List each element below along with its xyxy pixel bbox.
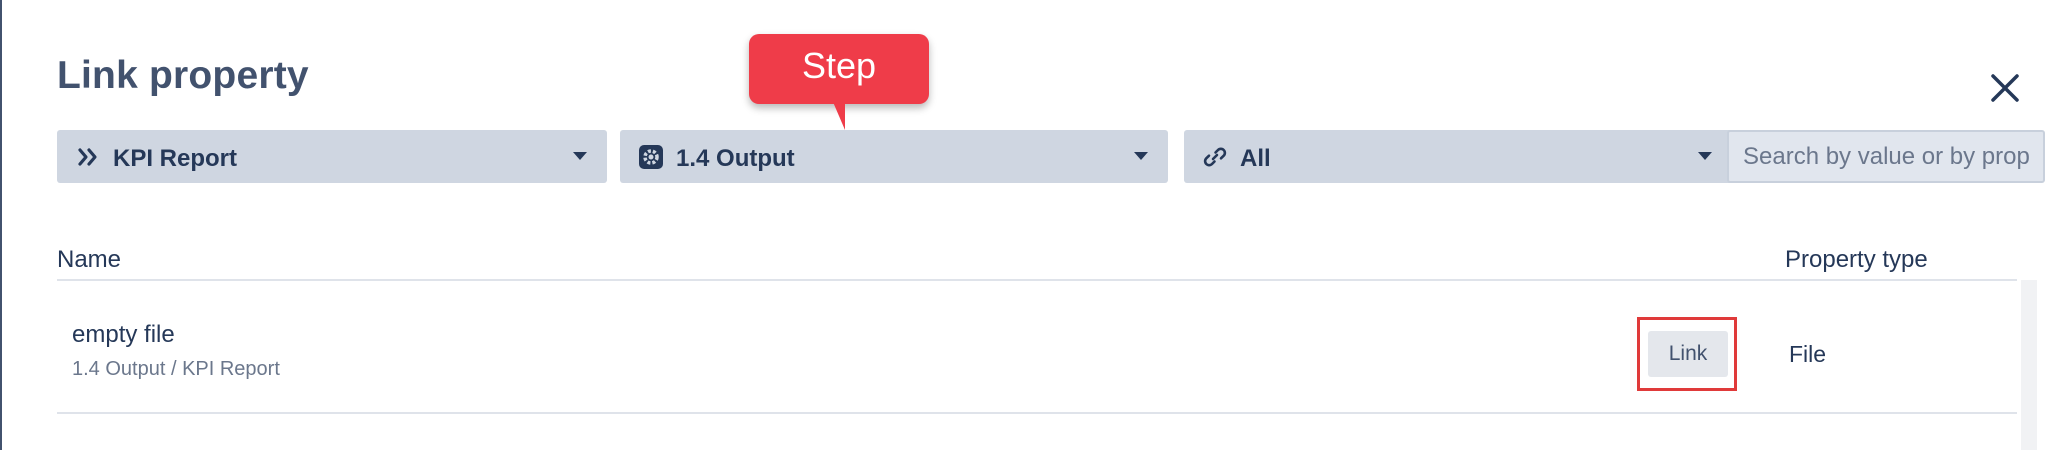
project-dropdown[interactable]: KPI Report [57, 130, 607, 183]
chevron-down-icon [1698, 152, 1712, 160]
step-dropdown[interactable]: 1.4 Output [620, 130, 1168, 183]
chevron-down-icon [1134, 152, 1148, 160]
gear-icon [639, 145, 663, 169]
double-chevron-right-icon [78, 148, 97, 166]
window-edge [0, 0, 2, 450]
step-callout: Step [749, 34, 929, 130]
column-header-name: Name [57, 246, 122, 273]
close-button[interactable] [1987, 70, 2023, 106]
project-dropdown-label: KPI Report [113, 145, 238, 172]
scrollbar[interactable] [2021, 280, 2037, 450]
close-icon [1991, 74, 2019, 102]
type-dropdown-label: All [1240, 145, 1271, 172]
property-path: 1.4 Output / KPI Report [72, 358, 280, 380]
property-type-value: File [1789, 341, 1827, 367]
chevron-down-icon [573, 152, 587, 160]
column-header-property-type: Property type [1785, 246, 1928, 273]
search-input[interactable] [1727, 130, 2045, 183]
dialog-title: Link property [57, 54, 309, 97]
link-icon [1203, 147, 1227, 167]
property-name: empty file [72, 321, 175, 348]
type-dropdown[interactable]: All [1184, 130, 1732, 183]
step-callout-text: Step [801, 45, 877, 86]
row-divider [57, 412, 2017, 414]
callout-pointer [833, 102, 845, 130]
link-button[interactable]: Link [1648, 331, 1728, 377]
header-divider [57, 279, 2017, 281]
step-dropdown-label: 1.4 Output [676, 145, 795, 172]
